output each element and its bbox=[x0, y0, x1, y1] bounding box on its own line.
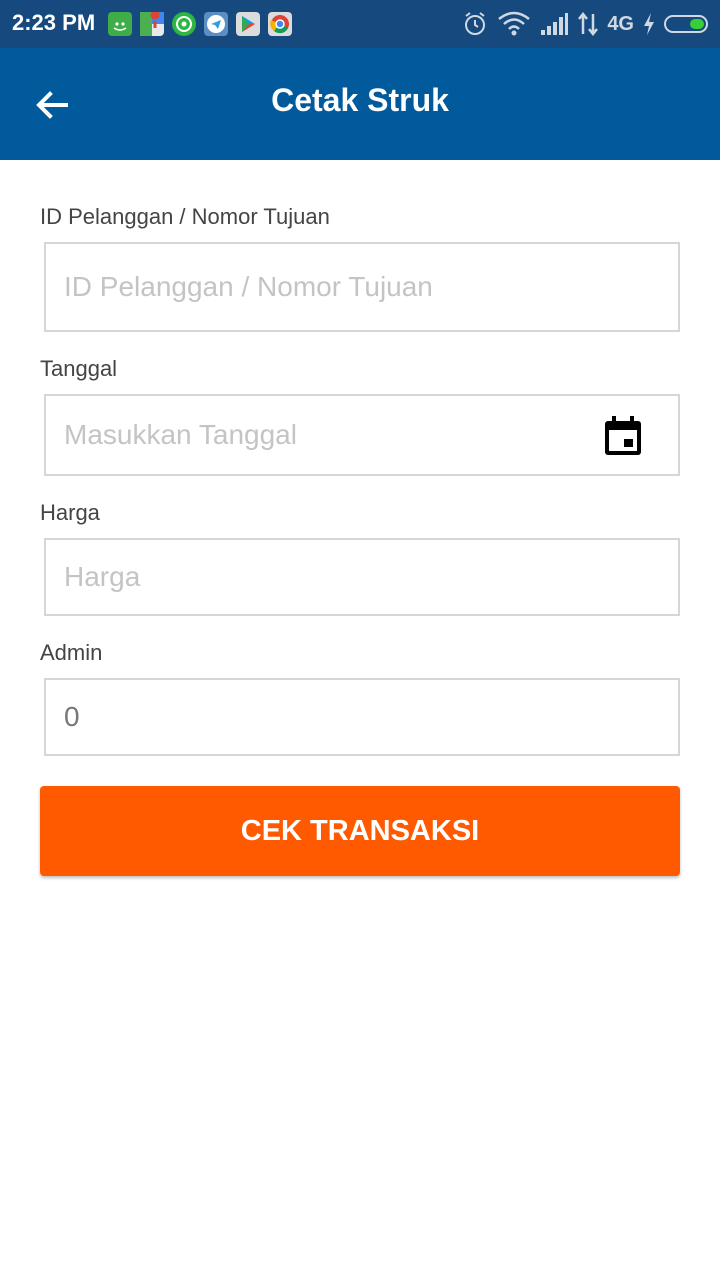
page-title: Cetak Struk bbox=[271, 82, 449, 118]
notification-icons bbox=[108, 10, 292, 36]
admin-input[interactable]: 0 bbox=[44, 678, 680, 756]
harga-input[interactable]: Harga bbox=[44, 538, 680, 616]
telegram-icon bbox=[204, 12, 228, 36]
system-status: 4G bbox=[461, 10, 708, 38]
tanggal-label: Tanggal bbox=[40, 356, 118, 381]
harga-label: Harga bbox=[40, 500, 100, 525]
cek-transaksi-button[interactable]: CEK TRANSAKSI bbox=[40, 786, 680, 876]
signal-icon bbox=[541, 13, 569, 35]
id-pelanggan-placeholder: ID Pelanggan / Nomor Tujuan bbox=[64, 271, 433, 302]
id-pelanggan-input[interactable]: ID Pelanggan / Nomor Tujuan bbox=[44, 242, 680, 332]
status-time: 2:23 PM bbox=[12, 10, 96, 35]
admin-value: 0 bbox=[64, 701, 80, 732]
charging-icon bbox=[644, 13, 654, 35]
status-bar: 2:23 PM 4G bbox=[0, 0, 720, 48]
id-pelanggan-label: ID Pelanggan / Nomor Tujuan bbox=[40, 204, 330, 229]
whatsapp-icon bbox=[172, 12, 196, 36]
calendar-icon[interactable] bbox=[604, 416, 642, 456]
android-icon bbox=[108, 12, 132, 36]
tanggal-input[interactable]: Masukkan Tanggal bbox=[44, 394, 680, 476]
wifi-icon bbox=[498, 11, 531, 36]
network-type: 4G bbox=[607, 12, 634, 35]
app-bar: Cetak Struk bbox=[0, 48, 720, 160]
maps-icon bbox=[140, 10, 164, 36]
play-store-icon bbox=[236, 12, 260, 36]
alarm-icon bbox=[465, 12, 486, 35]
admin-label: Admin bbox=[40, 640, 103, 665]
chrome-icon bbox=[268, 12, 292, 36]
data-arrows-icon bbox=[578, 12, 599, 36]
tanggal-placeholder: Masukkan Tanggal bbox=[64, 419, 297, 450]
battery-icon bbox=[664, 15, 708, 33]
harga-placeholder: Harga bbox=[64, 561, 141, 592]
